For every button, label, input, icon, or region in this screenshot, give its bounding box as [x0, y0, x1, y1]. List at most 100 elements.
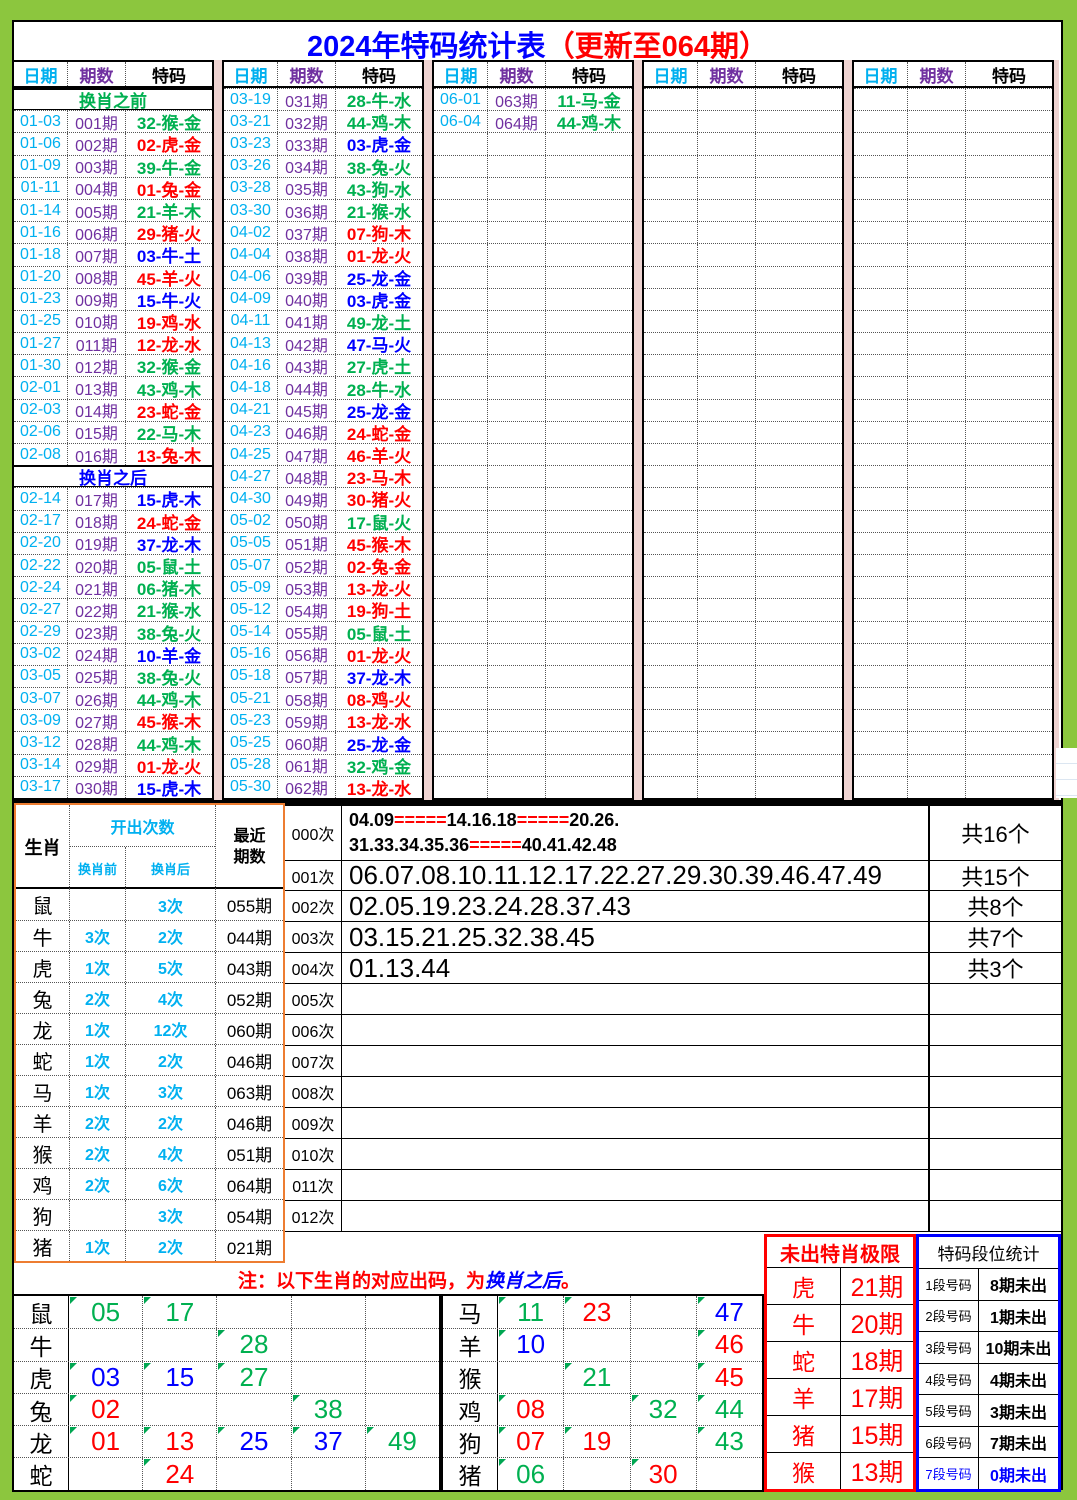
date-cell [854, 533, 908, 554]
corner-marker-icon [293, 1395, 300, 1402]
period-cell [488, 400, 546, 421]
after-count-cell: 2次 [126, 1045, 216, 1075]
number-cell: 05 [69, 1296, 143, 1328]
period-cell [908, 777, 966, 798]
date-cell: 04-18 [224, 377, 278, 398]
number-value: 44 [715, 1394, 744, 1425]
record-row [854, 731, 1052, 753]
record-row [434, 266, 632, 288]
segment-row: 2段号码1期未出 [919, 1300, 1058, 1332]
record-row [644, 221, 842, 243]
special-code-cell [546, 622, 632, 643]
record-row [434, 754, 632, 776]
record-row: 04-02037期07-狗-木 [224, 221, 422, 243]
date-cell: 02-08 [14, 444, 68, 465]
period-cell: 023期 [68, 622, 126, 643]
special-code-cell: 28-牛-水 [336, 89, 422, 110]
period-cell: 049期 [278, 488, 336, 509]
record-row: 03-02024期10-羊-金 [14, 643, 212, 665]
segment-label: 2段号码 [919, 1301, 979, 1332]
special-code-cell: 30-猪-火 [336, 488, 422, 509]
footnote-suffix: 。 [561, 1266, 580, 1293]
date-cell: 01-03 [14, 111, 68, 132]
special-code-cell: 02-虎-金 [126, 133, 212, 154]
corner-marker-icon [698, 1297, 705, 1304]
date-cell [434, 333, 488, 354]
corner-marker-icon [565, 1297, 572, 1304]
period-cell: 040期 [278, 289, 336, 310]
number-cell: 38 [292, 1394, 366, 1425]
special-code-cell [546, 311, 632, 332]
period-cell: 060期 [278, 732, 336, 753]
special-code-cell [546, 599, 632, 620]
corner-marker-icon [698, 1330, 705, 1337]
record-row [644, 332, 842, 354]
period-cell [698, 466, 756, 487]
page-title-suffix: （更新至064期） [546, 31, 768, 63]
record-row [644, 665, 842, 687]
period-cell [488, 466, 546, 487]
date-cell: 05-28 [224, 755, 278, 776]
number-cell: 11 [498, 1296, 564, 1328]
special-code-cell: 38-兔-火 [126, 622, 212, 643]
date-cell [434, 511, 488, 532]
special-code-cell: 22-马-木 [126, 422, 212, 443]
special-code-cell: 39-牛-金 [126, 156, 212, 177]
period-cell: 001期 [68, 111, 126, 132]
record-row [644, 487, 842, 509]
date-cell: 02-03 [14, 400, 68, 421]
number-cell: 08 [498, 1394, 564, 1425]
special-code-cell: 37-龙-木 [126, 533, 212, 554]
period-cell [908, 511, 966, 532]
number-cell [292, 1329, 366, 1360]
record-row [854, 643, 1052, 665]
date-cell [434, 488, 488, 509]
corner-marker-icon [218, 1427, 225, 1434]
segment-value: 8期未出 [979, 1269, 1058, 1300]
record-row: 03-05025期38-兔-火 [14, 665, 212, 687]
period-cell: 025期 [68, 666, 126, 687]
number-cell: 44 [697, 1394, 762, 1425]
missing-zodiac-periods: 18期 [841, 1342, 913, 1378]
date-cell [854, 377, 908, 398]
special-code-cell [756, 755, 842, 776]
corner-marker-icon [144, 1459, 151, 1466]
column-header-row: 日期期数特码 [434, 62, 632, 88]
date-cell [644, 200, 698, 221]
record-row [644, 376, 842, 398]
special-code-cell: 38-兔-火 [336, 156, 422, 177]
date-cell [644, 777, 698, 798]
special-code-cell [966, 377, 1052, 398]
period-cell: 007期 [68, 244, 126, 265]
record-row [434, 332, 632, 354]
record-row: 01-06002期02-虎-金 [14, 132, 212, 154]
date-cell [434, 622, 488, 643]
period-cell [488, 289, 546, 310]
number-cell [631, 1426, 697, 1457]
period-cell: 009期 [68, 289, 126, 310]
zodiac-label: 猴 [443, 1362, 498, 1393]
special-code-cell: 38-兔-火 [126, 666, 212, 687]
frequency-row: 000次04.09=====14.16.18=====20.26.31.33.3… [285, 806, 1061, 861]
record-row: 04-13042期47-马-火 [224, 332, 422, 354]
zodiac-number-row: 牛28 [14, 1328, 439, 1360]
date-cell [854, 710, 908, 731]
special-code-cell: 15-虎-木 [126, 777, 212, 798]
missing-zodiac-periods: 21期 [841, 1268, 913, 1304]
number-cell [631, 1362, 697, 1393]
count-cell [928, 984, 1061, 1014]
period-cell: 003期 [68, 156, 126, 177]
date-cell [434, 222, 488, 243]
zodiac-label: 羊 [443, 1329, 498, 1360]
record-row: 05-21058期08-鸡-火 [224, 687, 422, 709]
date-cell [644, 111, 698, 132]
special-code-cell [756, 289, 842, 310]
number-cell: 19 [564, 1426, 630, 1457]
segment-label: 7段号码 [919, 1458, 979, 1489]
date-cell [434, 377, 488, 398]
segment-stats-box: 特码段位统计 1段号码8期未出2段号码1期未出3段号码10期未出4段号码4期未出… [916, 1234, 1061, 1492]
number-value: 19 [582, 1426, 611, 1457]
date-cell [644, 311, 698, 332]
record-row: 02-06015期22-马-木 [14, 421, 212, 443]
after-count-cell: 5次 [126, 952, 216, 982]
